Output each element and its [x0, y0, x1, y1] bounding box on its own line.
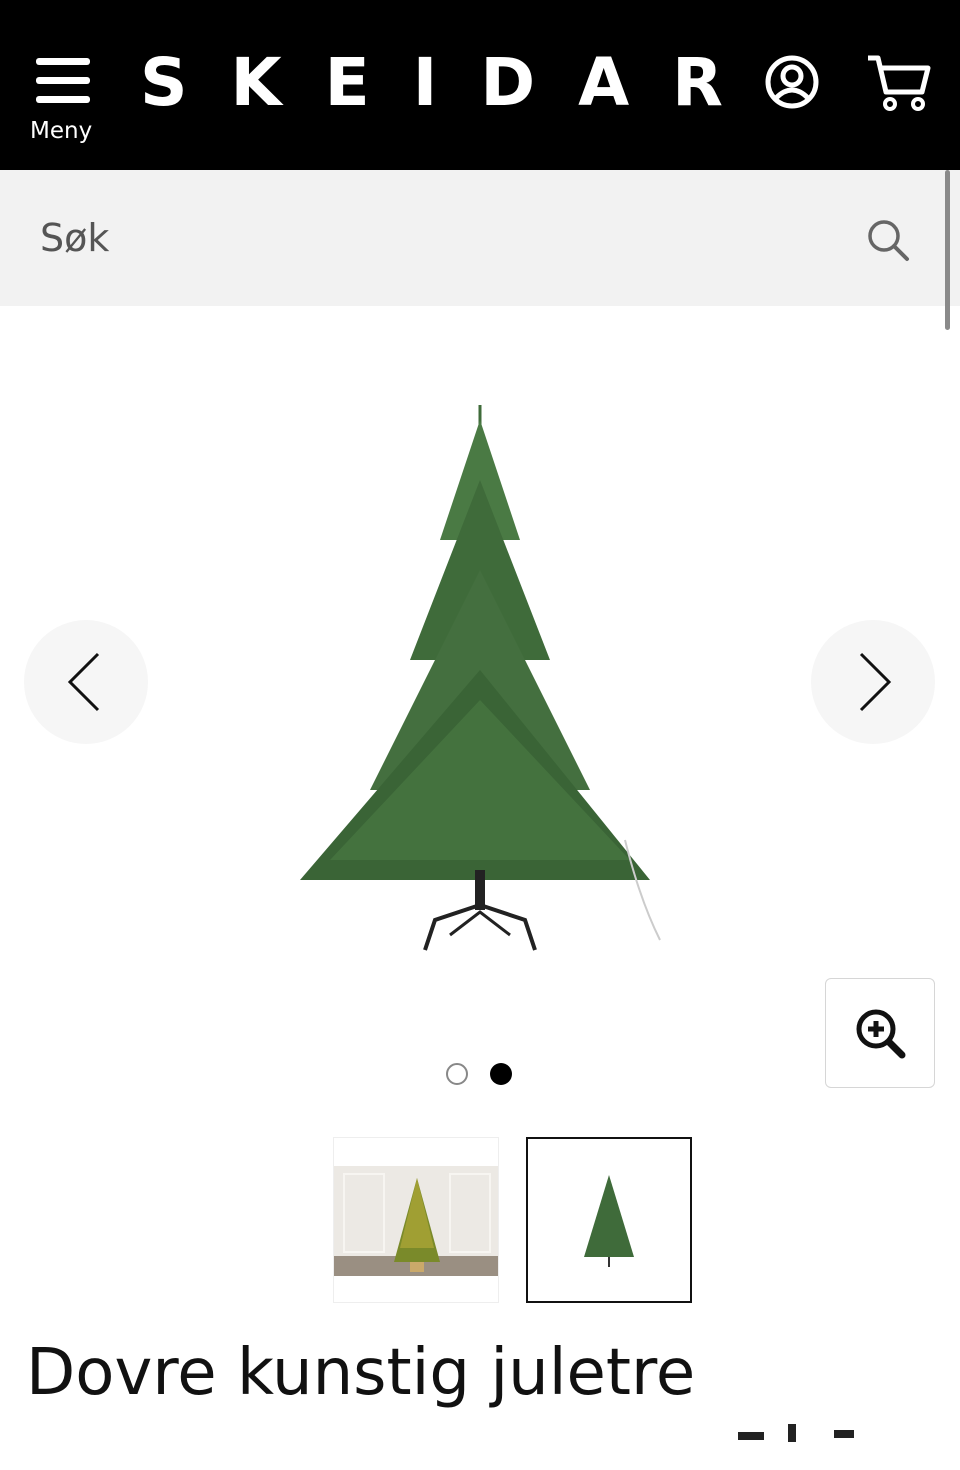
zoom-in-icon — [856, 1009, 906, 1059]
menu-button[interactable]: Meny — [28, 52, 98, 152]
slide-dot-1[interactable] — [446, 1063, 468, 1085]
search-bar — [0, 170, 960, 306]
cart-icon[interactable] — [866, 52, 932, 112]
menu-label: Meny — [30, 118, 93, 144]
previous-image-button[interactable] — [24, 620, 148, 744]
user-circle-icon[interactable] — [762, 52, 822, 112]
brand-name-partial — [728, 1410, 878, 1470]
slide-dot-2[interactable] — [490, 1063, 512, 1085]
chevron-left-icon — [67, 652, 100, 712]
zoom-button[interactable] — [825, 978, 935, 1088]
search-input[interactable] — [40, 210, 820, 266]
thumbnail-2[interactable] — [526, 1137, 692, 1303]
next-image-button[interactable] — [811, 620, 935, 744]
chevron-right-icon — [859, 652, 892, 712]
top-header: Meny SKEIDAR — [0, 0, 960, 170]
product-main-image[interactable] — [290, 400, 670, 970]
thumbnail-1[interactable] — [333, 1137, 499, 1303]
brand-logo[interactable]: SKEIDAR — [140, 50, 766, 116]
search-icon[interactable] — [866, 218, 910, 262]
page-scrollbar[interactable] — [945, 170, 950, 330]
product-title: Dovre kunstig juletre — [26, 1336, 696, 1410]
